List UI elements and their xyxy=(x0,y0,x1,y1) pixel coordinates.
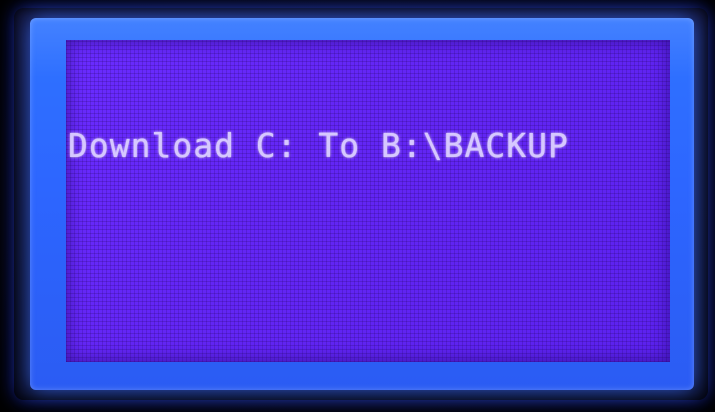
lcd-photo: Download C: To B:\BACKUP xyxy=(0,0,715,412)
lcd-pixel-grid xyxy=(66,40,670,362)
lcd-display-area: Download C: To B:\BACKUP xyxy=(66,40,670,362)
status-message: Download C: To B:\BACKUP xyxy=(68,126,569,165)
